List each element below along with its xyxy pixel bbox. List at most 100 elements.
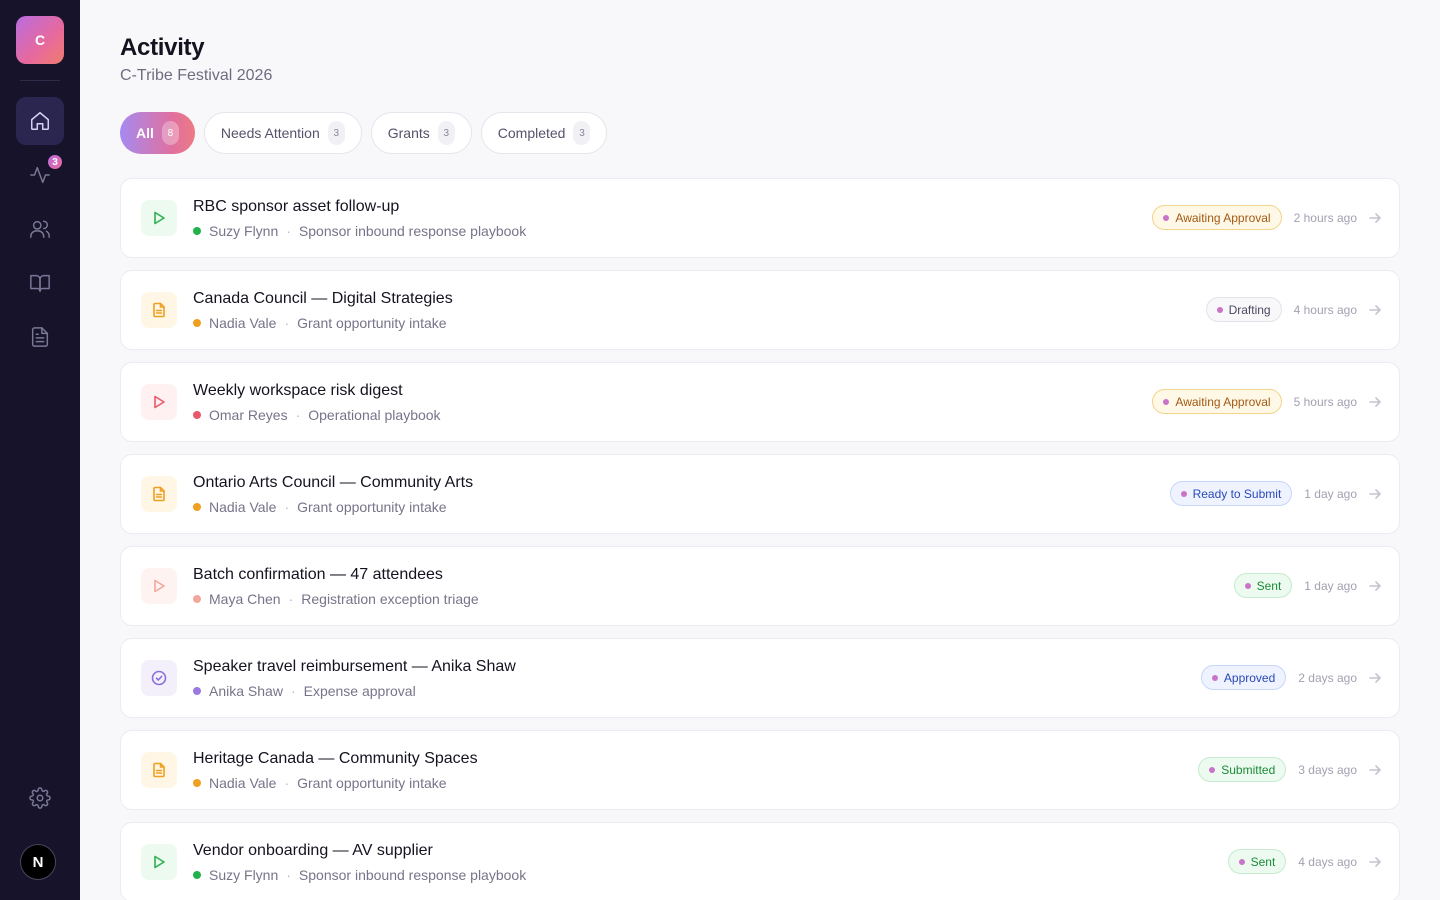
- users-icon: [30, 220, 50, 238]
- arrow-right-icon[interactable]: [1369, 488, 1381, 500]
- activity-playbook: Sponsor inbound response playbook: [298, 867, 527, 883]
- tab-needs-attention[interactable]: Needs Attention 3: [203, 112, 362, 154]
- activity-title: Vendor onboarding — AV supplier: [193, 842, 433, 859]
- badge-dot: [1209, 766, 1216, 773]
- status-label: Sent: [1256, 578, 1282, 593]
- person-status-dot: [193, 779, 201, 787]
- activity-person: Omar Reyes: [209, 407, 288, 423]
- activity-playbook: Grant opportunity intake: [297, 315, 447, 331]
- activity-time: 5 hours ago: [1293, 394, 1357, 409]
- activity-card[interactable]: Canada Council — Digital Strategies Nadi…: [120, 270, 1400, 350]
- status-label: Drafting: [1228, 302, 1271, 317]
- status-badge: Submitted: [1198, 757, 1287, 782]
- meta-separator: ·: [284, 775, 290, 791]
- activity-playbook: Registration exception triage: [301, 591, 479, 607]
- tab-grants[interactable]: Grants 3: [370, 112, 472, 154]
- status-label: Ready to Submit: [1192, 486, 1282, 501]
- tab-count: 8: [161, 121, 179, 145]
- activity-time: 1 day ago: [1304, 578, 1357, 593]
- activity-time: 2 hours ago: [1293, 210, 1357, 225]
- arrow-right-icon[interactable]: [1369, 672, 1381, 684]
- arrow-right-icon[interactable]: [1369, 580, 1381, 592]
- sidebar-item-activity[interactable]: 3: [16, 151, 64, 199]
- activity-playbook: Operational playbook: [308, 407, 441, 423]
- person-status-dot: [193, 595, 201, 603]
- person-status-dot: [193, 411, 201, 419]
- activity-card[interactable]: Batch confirmation — 47 attendees Maya C…: [120, 546, 1400, 626]
- activity-card[interactable]: RBC sponsor asset follow-up Suzy Flynn ·…: [120, 178, 1400, 258]
- status-badge: Drafting: [1205, 297, 1282, 322]
- arrow-right-icon[interactable]: [1369, 396, 1381, 408]
- status-badge: Ready to Submit: [1169, 481, 1293, 506]
- meta-separator: ·: [288, 591, 294, 607]
- activity-meta: Anika Shaw · Expense approval: [193, 683, 416, 699]
- play-icon: [141, 200, 177, 236]
- activity-person: Suzy Flynn: [209, 867, 279, 883]
- tab-count: 3: [327, 121, 345, 145]
- activity-title: Weekly workspace risk digest: [193, 382, 403, 399]
- person-status-dot: [193, 687, 201, 695]
- activity-meta: Maya Chen · Registration exception triag…: [193, 591, 479, 607]
- sidebar-item-home[interactable]: [16, 97, 64, 145]
- status-label: Awaiting Approval: [1175, 394, 1271, 409]
- meta-separator: ·: [286, 867, 291, 883]
- workspace-logo[interactable]: C: [16, 16, 64, 64]
- activity-title: RBC sponsor asset follow-up: [193, 198, 400, 215]
- meta-separator: ·: [290, 683, 296, 699]
- tab-label: Needs Attention: [220, 125, 320, 141]
- activity-time: 2 days ago: [1298, 670, 1357, 685]
- activity-title: Batch confirmation — 47 attendees: [193, 566, 443, 583]
- meta-separator: ·: [286, 223, 291, 239]
- tab-all[interactable]: All 8: [120, 112, 195, 154]
- activity-playbook: Expense approval: [303, 683, 416, 699]
- activity-meta: Nadia Vale · Grant opportunity intake: [193, 315, 447, 331]
- arrow-right-icon[interactable]: [1369, 304, 1381, 316]
- activity-title: Ontario Arts Council — Community Arts: [193, 474, 474, 491]
- filter-tabs: All 8 Needs Attention 3 Grants 3 Complet…: [120, 112, 608, 154]
- activity-playbook: Grant opportunity intake: [297, 775, 447, 791]
- status-badge: Awaiting Approval: [1152, 205, 1282, 230]
- sidebar-item-people[interactable]: [16, 205, 64, 253]
- arrow-right-icon[interactable]: [1369, 212, 1381, 224]
- sidebar-item-settings[interactable]: [16, 774, 64, 822]
- badge-dot: [1180, 490, 1187, 497]
- activity-meta: Nadia Vale · Grant opportunity intake: [193, 775, 447, 791]
- status-badge: Approved: [1200, 665, 1287, 690]
- activity-time: 1 day ago: [1304, 486, 1357, 501]
- activity-playbook: Grant opportunity intake: [297, 499, 447, 515]
- activity-person: Anika Shaw: [209, 683, 283, 699]
- status-label: Awaiting Approval: [1175, 210, 1271, 225]
- activity-count-badge: 3: [46, 153, 64, 171]
- activity-card[interactable]: Weekly workspace risk digest Omar Reyes …: [120, 362, 1400, 442]
- home-icon: [31, 112, 49, 130]
- tab-count: 3: [437, 121, 455, 145]
- badge-dot: [1163, 398, 1170, 405]
- activity-meta: Suzy Flynn · Sponsor inbound response pl…: [193, 223, 526, 239]
- activity-person: Nadia Vale: [209, 315, 277, 331]
- user-avatar[interactable]: N: [20, 844, 56, 880]
- activity-person: Maya Chen: [209, 591, 281, 607]
- status-badge: Sent: [1227, 849, 1287, 874]
- activity-time: 4 days ago: [1298, 854, 1357, 869]
- meta-separator: ·: [284, 315, 290, 331]
- book-open-icon: [30, 274, 50, 292]
- arrow-right-icon[interactable]: [1369, 764, 1381, 776]
- activity-meta: Suzy Flynn · Sponsor inbound response pl…: [193, 867, 526, 883]
- activity-card[interactable]: Heritage Canada — Community Spaces Nadia…: [120, 730, 1400, 810]
- sidebar-item-playbooks[interactable]: [16, 259, 64, 307]
- meta-separator: ·: [284, 499, 290, 515]
- activity-title: Canada Council — Digital Strategies: [193, 290, 453, 307]
- activity-card[interactable]: Speaker travel reimbursement — Anika Sha…: [120, 638, 1400, 718]
- activity-card[interactable]: Vendor onboarding — AV supplier Suzy Fly…: [120, 822, 1400, 900]
- status-label: Submitted: [1221, 762, 1276, 777]
- badge-dot: [1216, 306, 1223, 313]
- activity-time: 4 hours ago: [1293, 302, 1357, 317]
- arrow-right-icon[interactable]: [1369, 856, 1381, 868]
- play-icon: [141, 568, 177, 604]
- sidebar-item-documents[interactable]: [16, 313, 64, 361]
- status-badge: Awaiting Approval: [1152, 389, 1282, 414]
- tab-completed[interactable]: Completed 3: [480, 112, 608, 154]
- activity-time: 3 days ago: [1298, 762, 1357, 777]
- activity-card[interactable]: Ontario Arts Council — Community Arts Na…: [120, 454, 1400, 534]
- person-status-dot: [193, 319, 201, 327]
